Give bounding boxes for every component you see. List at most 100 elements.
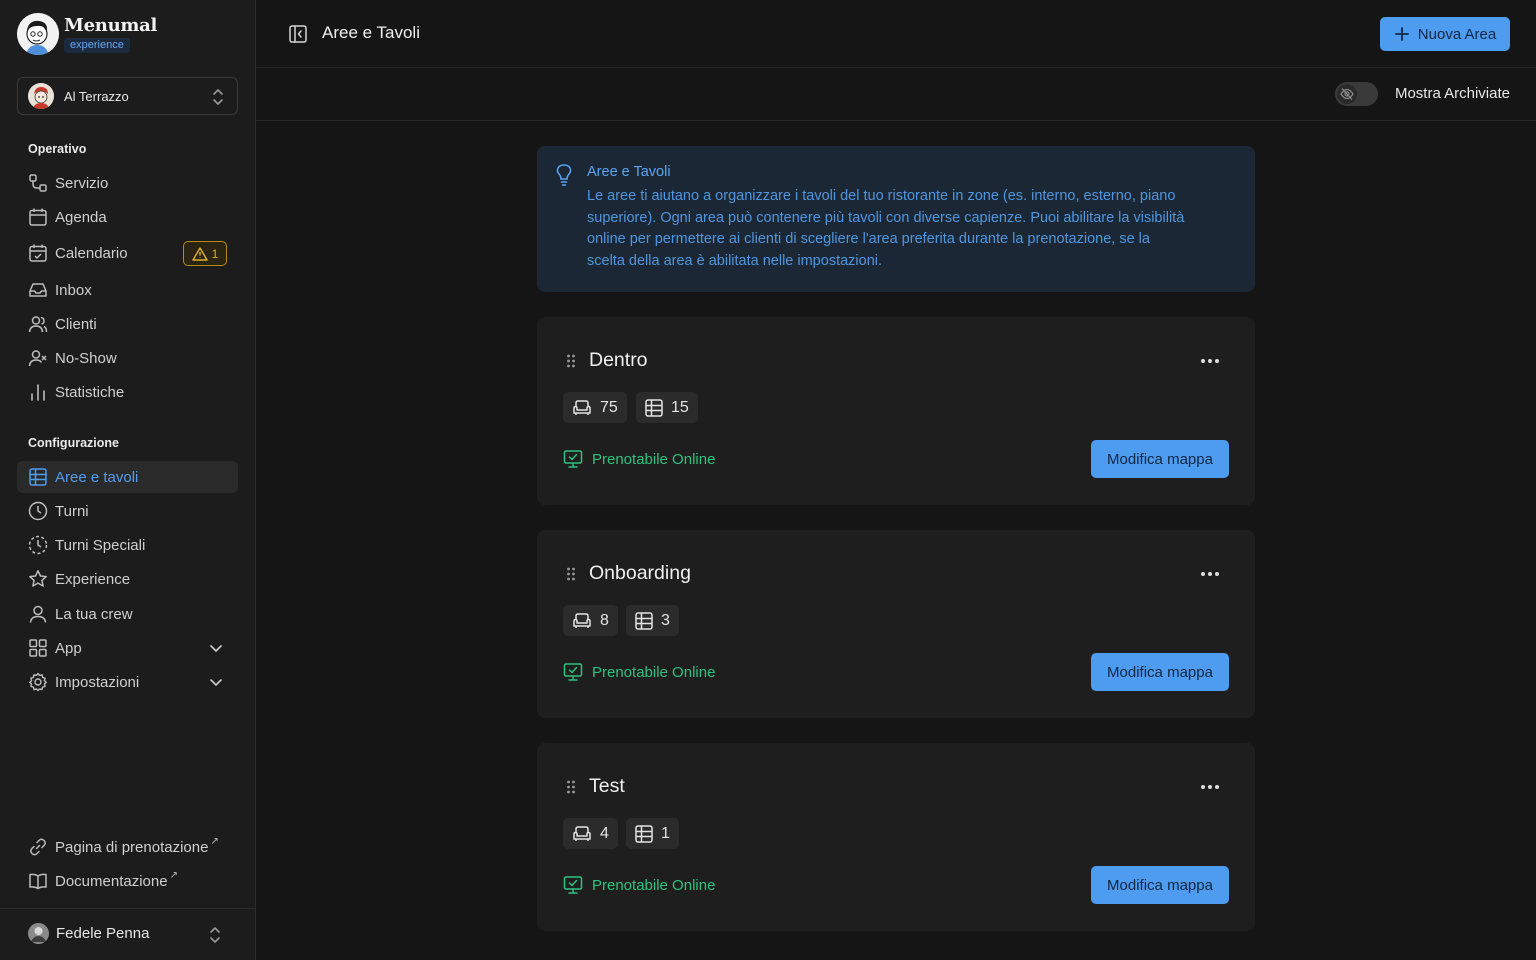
- page-title: Aree e Tavoli: [322, 23, 420, 42]
- link-icon: [28, 837, 48, 857]
- area-name: Dentro: [589, 349, 648, 371]
- sidebar-item-label: Pagina di prenotazione: [55, 838, 209, 856]
- more-options-icon[interactable]: [1200, 775, 1220, 799]
- chevron-up-down-icon: [210, 927, 220, 943]
- section-configurazione: Configurazione: [28, 436, 119, 450]
- drag-handle-icon[interactable]: [566, 780, 576, 799]
- star-icon: [28, 569, 48, 589]
- sidebar-item-la-tua-crew[interactable]: La tua crew: [17, 598, 238, 630]
- user-icon: [28, 604, 48, 624]
- filter-bar: Mostra Archiviate: [256, 68, 1536, 121]
- sidebar-item-no-show[interactable]: No-Show: [17, 342, 238, 374]
- edit-map-button[interactable]: Modifica mappa: [1091, 440, 1229, 478]
- new-area-button[interactable]: Nuova Area: [1380, 17, 1510, 51]
- monitor-check-icon: [563, 876, 583, 894]
- tables-value: 15: [671, 398, 689, 416]
- more-options-icon[interactable]: [1200, 349, 1220, 373]
- table-grid-icon: [635, 611, 653, 630]
- external-link-icon: ↗: [169, 869, 178, 881]
- area-name: Onboarding: [589, 562, 691, 584]
- monitor-check-icon: [563, 663, 583, 681]
- sidebar-item-servizio[interactable]: Servizio: [17, 167, 238, 199]
- area-card: Dentro 75 15 Prenotabile Online Modifica…: [537, 317, 1255, 505]
- online-label: Prenotabile Online: [592, 450, 716, 468]
- external-link-icon: ↗: [210, 835, 219, 847]
- avatar: [28, 923, 49, 944]
- show-archived-label: Mostra Archiviate: [1394, 85, 1510, 102]
- new-area-label: Nuova Area: [1417, 25, 1497, 43]
- lightbulb-icon: [556, 164, 572, 191]
- more-options-icon[interactable]: [1200, 562, 1220, 586]
- sidebar-item-label: Agenda: [55, 208, 107, 226]
- seats-count: 8: [563, 605, 618, 636]
- calendar-check-icon: [28, 243, 48, 263]
- chevron-up-down-icon: [213, 89, 223, 105]
- sidebar-item-app[interactable]: App: [17, 632, 238, 664]
- sidebar-item-label: La tua crew: [55, 605, 133, 623]
- sidebar-item-label: Servizio: [55, 174, 109, 192]
- sidebar-item-label: Turni: [55, 502, 89, 520]
- sidebar-item-label: Turni Speciali: [55, 536, 146, 554]
- warning-icon: [191, 246, 208, 261]
- table-grid-icon: [645, 398, 663, 417]
- sidebar-item-aree-e-tavoli[interactable]: Aree e tavoli: [17, 461, 238, 493]
- brand-tag: experience: [64, 38, 130, 53]
- edit-map-button[interactable]: Modifica mappa: [1091, 653, 1229, 691]
- gear-icon: [28, 672, 48, 692]
- venue-selector[interactable]: Al Terrazzo: [17, 77, 238, 115]
- route-icon: [28, 173, 48, 193]
- sidebar-item-clienti[interactable]: Clienti: [17, 308, 238, 340]
- sidebar-item-label: Impostazioni: [55, 673, 140, 691]
- section-operativo: Operativo: [28, 142, 87, 156]
- info-line: scelta della area è abilitata nelle impo…: [587, 252, 883, 269]
- sidebar-item-label: Clienti: [55, 315, 97, 333]
- book-icon: [28, 871, 48, 891]
- sidebar-item-label: Inbox: [55, 281, 92, 299]
- sidebar-item-label: App: [55, 639, 82, 657]
- brand[interactable]: Menumal experience: [17, 13, 157, 55]
- info-line: superiore). Ogni area può contenere più …: [587, 209, 1185, 226]
- sidebar-item-experience[interactable]: Experience: [17, 563, 238, 595]
- sofa-icon: [573, 399, 591, 415]
- sidebar-item-agenda[interactable]: Agenda: [17, 201, 238, 233]
- calendar-icon: [28, 207, 48, 227]
- online-bookable-status: Prenotabile Online: [563, 662, 715, 682]
- sidebar-link-documentazione[interactable]: Documentazione ↗: [17, 865, 238, 897]
- seats-value: 75: [600, 398, 618, 416]
- warning-badge[interactable]: 1: [183, 241, 227, 266]
- sidebar-item-turni-speciali[interactable]: Turni Speciali: [17, 529, 238, 561]
- chevron-down-icon: [210, 645, 222, 653]
- seats-count: 75: [563, 392, 627, 423]
- sidebar-item-label: Experience: [55, 570, 131, 588]
- chevron-down-icon: [210, 679, 222, 687]
- online-bookable-status: Prenotabile Online: [563, 449, 715, 469]
- clock-dashed-icon: [28, 535, 48, 555]
- area-card: Test 4 1 Prenotabile Online Modifica map…: [537, 743, 1255, 931]
- venue-avatar: [28, 83, 54, 109]
- tables-value: 1: [661, 824, 670, 842]
- sidebar-toggle-icon[interactable]: [288, 24, 308, 49]
- sofa-icon: [573, 612, 591, 628]
- online-label: Prenotabile Online: [592, 663, 716, 681]
- user-name: Fedele Penna: [56, 925, 150, 942]
- seats-value: 8: [600, 611, 609, 629]
- sidebar-item-statistiche[interactable]: Statistiche: [17, 376, 238, 408]
- sidebar-item-turni[interactable]: Turni: [17, 495, 238, 527]
- user-menu[interactable]: Fedele Penna: [0, 908, 255, 960]
- show-archived-toggle[interactable]: [1335, 82, 1378, 106]
- area-name: Test: [589, 775, 625, 797]
- sidebar-link-pagina-di-prenotazione[interactable]: Pagina di prenotazione ↗: [17, 831, 238, 863]
- sidebar-item-label: Aree e tavoli: [55, 468, 139, 486]
- user-x-icon: [28, 348, 48, 368]
- info-title: Aree e Tavoli: [587, 164, 671, 180]
- seats-count: 4: [563, 818, 618, 849]
- sidebar-item-calendario[interactable]: Calendario 1: [17, 237, 238, 269]
- sidebar-item-inbox[interactable]: Inbox: [17, 274, 238, 306]
- info-body: Le aree ti aiutano a organizzare i tavol…: [587, 186, 1235, 272]
- drag-handle-icon[interactable]: [566, 354, 576, 373]
- drag-handle-icon[interactable]: [566, 567, 576, 586]
- sidebar-item-impostazioni[interactable]: Impostazioni: [17, 666, 238, 698]
- online-bookable-status: Prenotabile Online: [563, 875, 715, 895]
- venue-name: Al Terrazzo: [64, 88, 129, 104]
- edit-map-button[interactable]: Modifica mappa: [1091, 866, 1229, 904]
